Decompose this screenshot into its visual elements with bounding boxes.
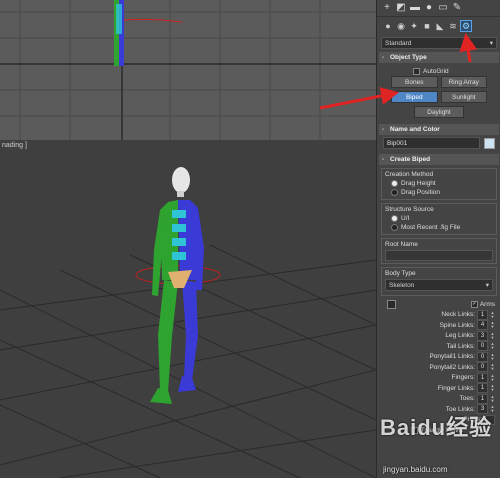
arrow-to-biped xyxy=(319,87,399,110)
watermark-logo: Baidu经验 xyxy=(380,415,493,440)
annotation-arrows xyxy=(319,33,478,110)
watermark-url: jingyan.baidu.com xyxy=(383,465,448,474)
arrow-to-systems xyxy=(459,33,478,63)
